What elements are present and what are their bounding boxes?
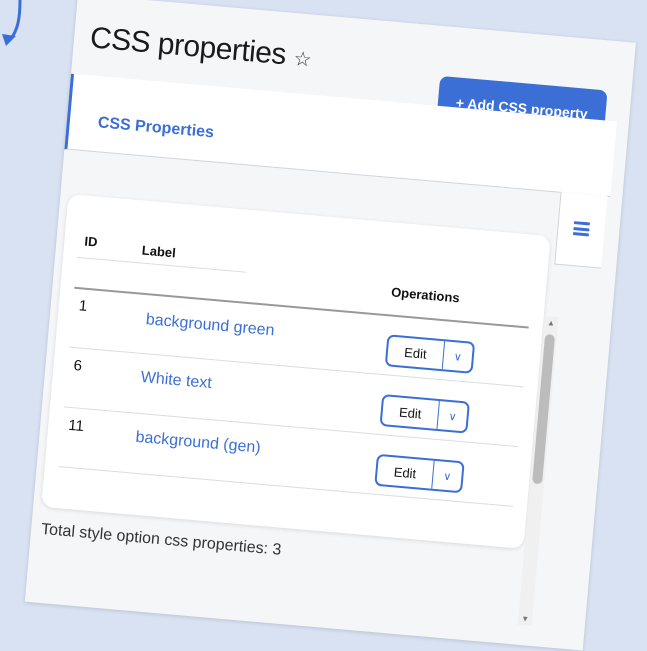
table-row-label[interactable]: White text [140,369,212,393]
hamburger-menu-icon [572,221,591,237]
edit-button[interactable]: Edit [381,396,440,429]
header-divider [74,286,529,329]
table-row-label[interactable]: background (gen) [135,429,261,458]
chevron-down-icon[interactable]: ∨ [437,401,467,431]
css-properties-page: CSS properties ☆ + Add CSS property CSS P… [24,0,636,651]
chevron-down-icon[interactable]: ∨ [432,461,462,491]
column-header-id: ID [83,233,99,250]
total-count-text: Total style option css properties: 3 [40,520,283,559]
page-title: CSS properties ☆ [88,21,312,72]
table-row-id: 6 [72,357,83,375]
properties-table: ID Label Operations 1 background green E… [41,193,551,549]
scroll-down-icon[interactable]: ▼ [521,614,530,624]
table-row-id: 11 [67,416,85,436]
menu-button[interactable] [554,191,608,269]
edit-dropdown-button[interactable]: Edit ∨ [384,334,476,374]
scroll-up-icon[interactable]: ▲ [547,318,556,328]
edit-button[interactable]: Edit [376,455,435,489]
edit-dropdown-button[interactable]: Edit ∨ [374,453,465,494]
edit-dropdown-button[interactable]: Edit ∨ [379,394,470,434]
chevron-down-icon[interactable]: ∨ [443,341,473,371]
column-header-operations: Operations [390,284,461,306]
edit-button[interactable]: Edit [386,336,446,370]
star-icon[interactable]: ☆ [293,48,312,71]
curved-arrow-icon [2,0,22,46]
column-header-label: Label [141,242,177,261]
tab-css-properties[interactable]: CSS Properties [97,114,215,142]
table-row-id: 1 [78,297,88,315]
table-row-label[interactable]: background green [145,311,275,340]
